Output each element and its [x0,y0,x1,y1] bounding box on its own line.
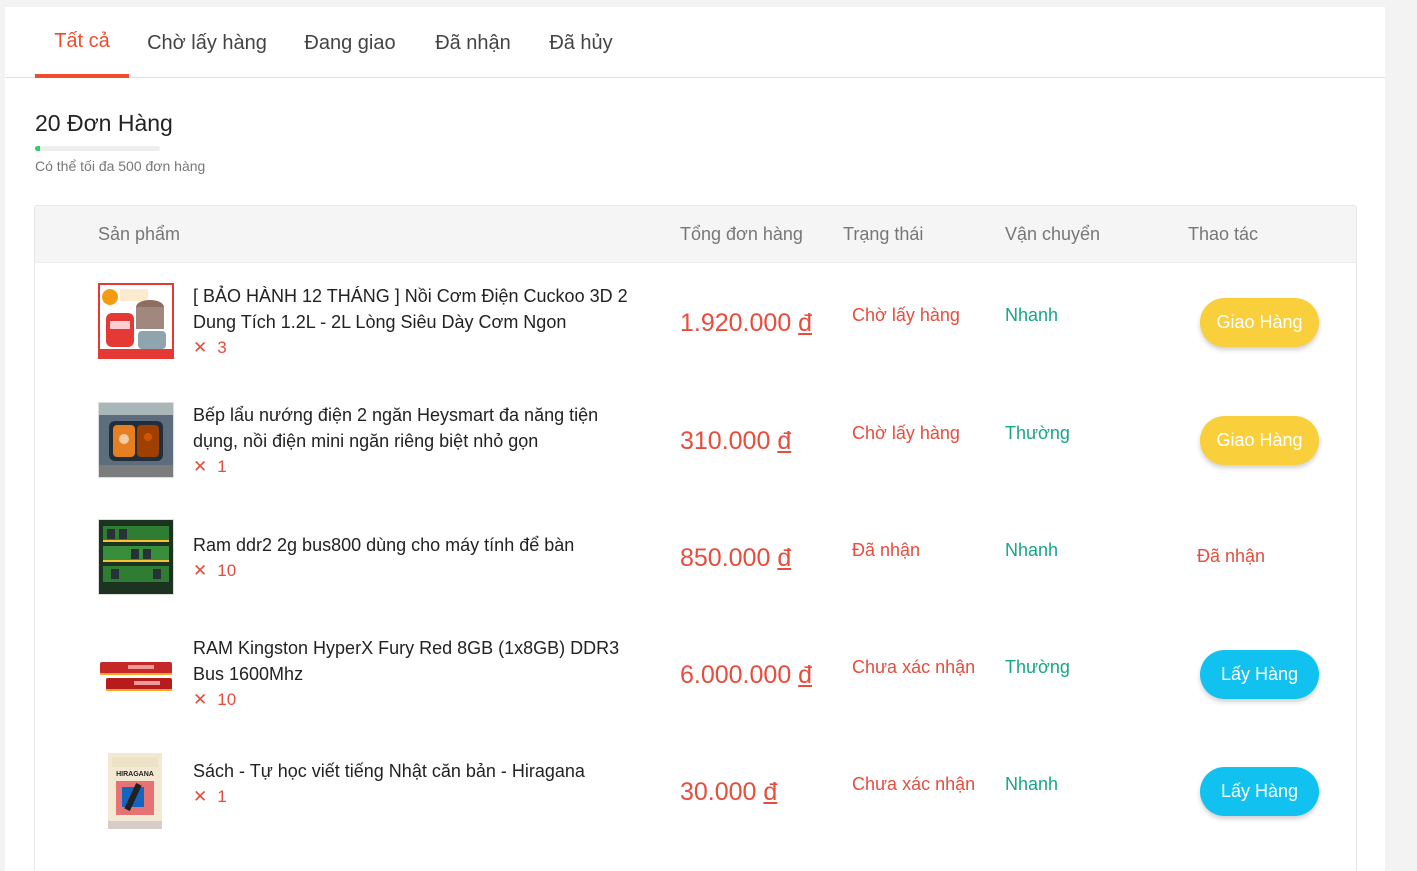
hotpot-grill-image [98,402,174,478]
tab-label: Tất cả [54,30,110,52]
order-tabs: Tất cả Chờ lấy hàng Đang giao Đã nhận Đã… [5,7,1385,78]
product-name[interactable]: Bếp lẩu nướng điện 2 ngăn Heysmart đa nă… [193,402,643,454]
header-status: Trạng thái [843,224,924,244]
price-value: 1.920.000 [680,309,792,337]
close-icon: ✕ [193,787,208,806]
tab-cancelled[interactable]: Đã hủy [548,7,614,77]
table-row: Ram ddr2 2g bus800 dùng cho máy tính để … [35,497,1356,614]
tab-shipping[interactable]: Đang giao [302,7,398,77]
close-icon: ✕ [193,561,208,580]
table-row: HIRAGANA Sách - Tự học viết tiếng Nhật c… [35,731,1356,848]
tab-received[interactable]: Đã nhận [433,7,513,77]
progress-fill [35,146,40,151]
action-status-text: Đã nhận [1197,546,1266,566]
order-count-title: 20 Đơn Hàng [35,110,173,136]
order-total: 850.000 đ [680,544,791,573]
product-quantity: ✕ 1 [193,454,643,480]
product-info: Sách - Tự học viết tiếng Nhật căn bản - … [193,758,643,810]
deliver-button[interactable]: Giao Hàng [1200,298,1319,347]
tab-label: Chờ lấy hàng [147,32,267,54]
quantity-value: 10 [217,561,237,580]
shipping-method: Nhanh [1005,305,1059,325]
pickup-button[interactable]: Lấy Hàng [1200,767,1319,816]
book-hiragana-image: HIRAGANA [108,753,162,829]
order-status: Đã nhận [852,540,921,560]
product-info: RAM Kingston HyperX Fury Red 8GB (1x8GB)… [193,635,643,713]
shipping-method: Nhanh [1005,540,1059,560]
product-name[interactable]: RAM Kingston HyperX Fury Red 8GB (1x8GB)… [193,635,643,687]
product-quantity: ✕ 10 [193,558,643,584]
active-tab-indicator [35,74,129,78]
product-quantity: ✕ 3 [193,335,643,361]
price-value: 850.000 [680,544,771,572]
shipping-method: Nhanh [1005,774,1059,794]
product-name[interactable]: Ram ddr2 2g bus800 dùng cho máy tính để … [193,532,643,558]
table-header: Sản phẩm Tổng đơn hàng Trạng thái Vận ch… [35,206,1356,263]
header-product: Sản phẩm [98,224,181,244]
tab-all[interactable]: Tất cả [35,7,129,78]
price-value: 30.000 [680,778,757,806]
book-cover-title: HIRAGANA [116,771,154,778]
currency-symbol: đ [798,309,813,337]
close-icon: ✕ [193,338,208,357]
orders-panel: Tất cả Chờ lấy hàng Đang giao Đã nhận Đã… [5,7,1385,871]
close-icon: ✕ [193,690,208,709]
table-row: [ BẢO HÀNH 12 THÁNG ] Nồi Cơm Điện Cucko… [35,262,1356,379]
currency-symbol: đ [777,544,792,572]
orders-table: Sản phẩm Tổng đơn hàng Trạng thái Vận ch… [34,205,1357,871]
tab-waiting-pickup[interactable]: Chờ lấy hàng [145,7,269,77]
header-shipping: Vận chuyển [1005,224,1101,244]
order-status: Chưa xác nhận [852,774,976,794]
product-name[interactable]: [ BẢO HÀNH 12 THÁNG ] Nồi Cơm Điện Cucko… [193,283,643,335]
tab-label: Đang giao [304,32,396,54]
product-info: Ram ddr2 2g bus800 dùng cho máy tính để … [193,532,643,584]
quantity-value: 3 [217,338,227,357]
product-info: Bếp lẩu nướng điện 2 ngăn Heysmart đa nă… [193,402,643,480]
order-status: Chờ lấy hàng [852,423,960,443]
order-total: 1.920.000 đ [680,309,812,338]
currency-symbol: đ [763,778,778,806]
order-status: Chờ lấy hàng [852,305,960,325]
table-row: Bếp lẩu nướng điện 2 ngăn Heysmart đa nă… [35,380,1356,497]
ram-ddr2-image [98,519,174,595]
order-total: 30.000 đ [680,778,777,807]
tab-label: Đã hủy [549,32,613,54]
rice-cooker-image [98,283,174,359]
quantity-value: 10 [217,690,237,709]
header-total: Tổng đơn hàng [680,224,803,244]
pickup-button[interactable]: Lấy Hàng [1200,650,1319,699]
order-status: Chưa xác nhận [852,657,976,677]
order-total: 6.000.000 đ [680,661,812,690]
close-icon: ✕ [193,457,208,476]
quantity-value: 1 [217,787,227,806]
product-quantity: ✕ 10 [193,687,643,713]
order-capacity-progress [35,146,160,151]
quantity-value: 1 [217,457,227,476]
shipping-method: Thường [1005,423,1070,443]
currency-symbol: đ [777,427,792,455]
table-row: RAM Kingston HyperX Fury Red 8GB (1x8GB)… [35,614,1356,731]
order-capacity-note: Có thể tối đa 500 đơn hàng [35,158,206,174]
tab-label: Đã nhận [435,32,511,54]
product-quantity: ✕ 1 [193,784,643,810]
deliver-button[interactable]: Giao Hàng [1200,416,1319,465]
price-value: 6.000.000 [680,661,792,689]
currency-symbol: đ [798,661,813,689]
shipping-method: Thường [1005,657,1070,677]
price-value: 310.000 [680,427,771,455]
header-action: Thao tác [1188,224,1259,244]
ram-hyperx-image [98,636,174,712]
product-info: [ BẢO HÀNH 12 THÁNG ] Nồi Cơm Điện Cucko… [193,283,643,361]
product-name[interactable]: Sách - Tự học viết tiếng Nhật căn bản - … [193,758,643,784]
order-total: 310.000 đ [680,427,791,456]
